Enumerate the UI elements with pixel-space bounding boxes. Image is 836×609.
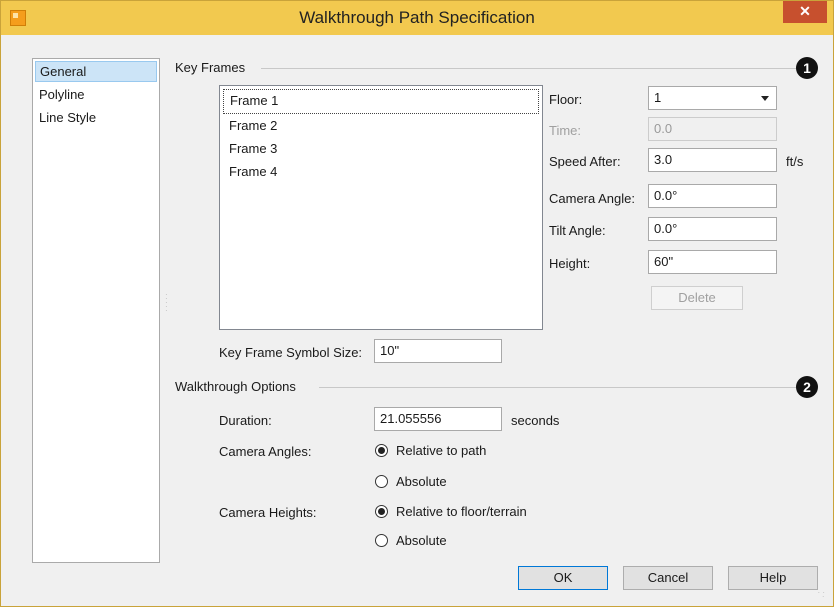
title-bar[interactable]: Walkthrough Path Specification ✕: [1, 1, 833, 35]
camera-heights-relative-label: Relative to floor/terrain: [396, 504, 527, 519]
camera-heights-absolute-label: Absolute: [396, 533, 447, 548]
radio-checked-icon: [375, 444, 388, 457]
dialog-body: General Polyline Line Style · · · · · Key Fr…: [9, 43, 827, 601]
height-label: Height:: [549, 256, 591, 271]
floor-select[interactable]: 1: [648, 86, 777, 110]
window-title: Walkthrough Path Specification: [299, 8, 535, 27]
duration-label: Duration:: [219, 413, 272, 428]
splitter-handle[interactable]: · · · · ·: [165, 291, 168, 315]
list-item-frame-2[interactable]: Frame 2: [223, 114, 539, 137]
camera-angles-relative-radio[interactable]: Relative to path: [375, 443, 486, 458]
camera-angles-relative-label: Relative to path: [396, 443, 487, 458]
height-field[interactable]: 60": [648, 250, 777, 274]
symbol-size-label: Key Frame Symbol Size:: [219, 345, 363, 360]
walkthrough-options-divider: [319, 387, 797, 388]
time-field: 0.0: [648, 117, 777, 141]
close-button[interactable]: ✕: [783, 1, 827, 23]
radio-unchecked-icon: [375, 534, 388, 547]
floor-label: Floor:: [549, 92, 583, 107]
help-button[interactable]: Help: [728, 566, 818, 590]
camera-angles-absolute-radio[interactable]: Absolute: [375, 474, 447, 489]
category-list[interactable]: General Polyline Line Style: [32, 58, 160, 563]
tilt-angle-label: Tilt Angle:: [549, 223, 606, 238]
camera-angle-label: Camera Angle:: [549, 191, 635, 206]
ok-button[interactable]: OK: [518, 566, 608, 590]
symbol-size-field[interactable]: 10": [374, 339, 502, 363]
key-frames-list[interactable]: Frame 1 Frame 2 Frame 3 Frame 4: [219, 85, 543, 330]
list-item-frame-4[interactable]: Frame 4: [223, 160, 539, 183]
time-label: Time:: [549, 123, 582, 138]
radio-checked-icon: [375, 505, 388, 518]
dialog-window: Walkthrough Path Specification ✕ General…: [0, 0, 834, 607]
speed-unit: ft/s: [786, 154, 804, 169]
delete-button: Delete: [651, 286, 743, 310]
nav-item-polyline[interactable]: Polyline: [35, 84, 157, 105]
callout-badge-2: 2: [796, 376, 818, 398]
key-frames-divider: [261, 68, 797, 69]
nav-item-line-style[interactable]: Line Style: [35, 107, 157, 128]
nav-item-general[interactable]: General: [35, 61, 157, 82]
camera-heights-relative-radio[interactable]: Relative to floor/terrain: [375, 504, 527, 519]
camera-heights-label: Camera Heights:: [219, 505, 317, 520]
camera-angles-absolute-label: Absolute: [396, 474, 447, 489]
duration-unit: seconds: [511, 413, 560, 428]
walkthrough-options-heading: Walkthrough Options: [175, 379, 296, 394]
camera-angles-label: Camera Angles:: [219, 444, 312, 459]
resize-grip-icon[interactable]: · · ·: [817, 589, 825, 601]
duration-field[interactable]: 21.055556: [374, 407, 502, 431]
tilt-angle-field[interactable]: 0.0°: [648, 217, 777, 241]
radio-unchecked-icon: [375, 475, 388, 488]
chevron-down-icon: [761, 96, 769, 101]
list-item-frame-3[interactable]: Frame 3: [223, 137, 539, 160]
speed-after-label: Speed After:: [549, 154, 621, 169]
floor-select-value: 1: [654, 90, 662, 105]
cancel-button[interactable]: Cancel: [623, 566, 713, 590]
camera-heights-absolute-radio[interactable]: Absolute: [375, 533, 447, 548]
speed-after-field[interactable]: 3.0: [648, 148, 777, 172]
callout-badge-1: 1: [796, 57, 818, 79]
list-item-frame-1[interactable]: Frame 1: [223, 89, 539, 114]
camera-angle-field[interactable]: 0.0°: [648, 184, 777, 208]
key-frames-heading: Key Frames: [175, 60, 246, 75]
